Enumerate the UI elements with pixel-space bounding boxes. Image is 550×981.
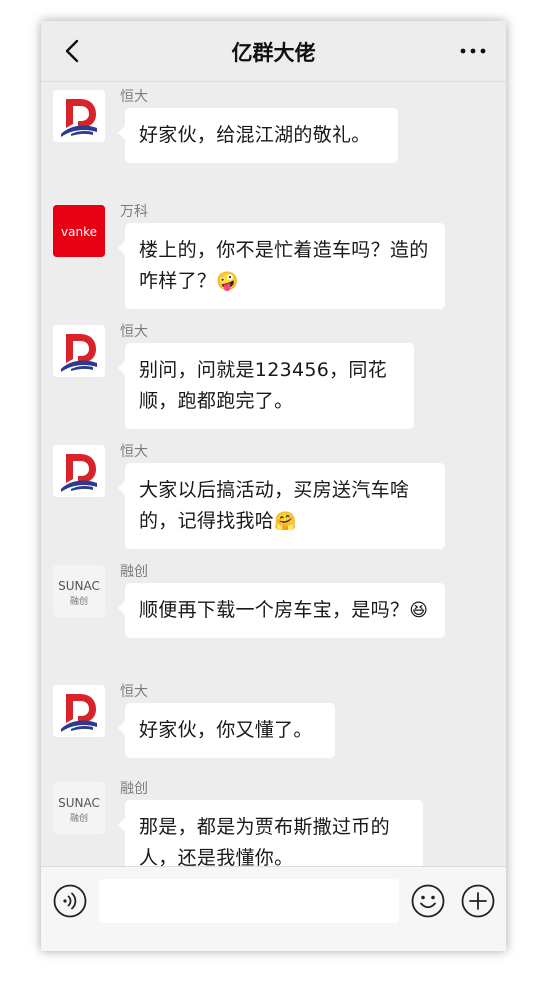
sender-name: 恒大: [120, 324, 148, 340]
sunac-logo-icon: SUNAC 融创: [53, 782, 105, 834]
more-button[interactable]: [458, 41, 488, 61]
message-bubble[interactable]: 好家伙，你又懂了。: [118, 703, 335, 758]
phone-screen: 亿群大佬 恒大 好家伙，给混江湖的敬礼。 vanke 万科 楼上的，你不是忙着造…: [41, 21, 506, 951]
emoji-icon: [411, 884, 445, 918]
sender-name: 恒大: [120, 444, 148, 460]
message-bubble[interactable]: 楼上的，你不是忙着造车吗？造的咋样了？🤪: [118, 223, 445, 309]
avatar-evergrande[interactable]: [53, 325, 105, 377]
message-emoji: 😆: [409, 600, 429, 621]
evergrande-logo-icon: [53, 90, 105, 142]
voice-button[interactable]: [53, 884, 87, 918]
sender-name: 融创: [120, 781, 148, 797]
message-text: 顺便再下载一个房车宝，是吗？: [139, 599, 410, 621]
avatar-sunac[interactable]: SUNAC 融创: [53, 782, 105, 834]
message-text: 好家伙，给混江湖的敬礼。: [139, 124, 371, 146]
avatar-sunac[interactable]: SUNAC 融创: [53, 565, 105, 617]
avatar-evergrande[interactable]: [53, 90, 105, 142]
message-text: 那是，都是为贾布斯撒过币的人，还是我懂你。: [139, 816, 390, 869]
message-list[interactable]: 恒大 好家伙，给混江湖的敬礼。 vanke 万科 楼上的，你不是忙着造车吗？造的…: [41, 82, 506, 886]
evergrande-logo-icon: [53, 685, 105, 737]
message-input[interactable]: [99, 879, 399, 923]
message-bubble[interactable]: 大家以后搞活动，买房送汽车啥的，记得找我哈🤗: [118, 463, 445, 549]
sender-name: 万科: [120, 204, 148, 220]
vanke-logo-icon: vanke: [53, 205, 105, 257]
sunac-logo-en: SUNAC: [58, 796, 100, 810]
message-text: 楼上的，你不是忙着造车吗？造的咋样了？: [139, 239, 429, 292]
vanke-logo-text: vanke: [61, 225, 97, 239]
evergrande-logo-icon: [53, 445, 105, 497]
voice-icon: [53, 884, 87, 918]
sunac-logo-cn: 融创: [70, 595, 88, 607]
message-bubble[interactable]: 别问，问就是123456，同花顺，跑都跑完了。: [118, 343, 414, 429]
plus-button[interactable]: [461, 884, 495, 918]
more-dots-icon: [460, 48, 486, 54]
emoji-button[interactable]: [411, 884, 445, 918]
message-text: 别问，问就是123456，同花顺，跑都跑完了。: [139, 359, 388, 412]
message-emoji: 🤪: [216, 271, 239, 292]
message-bubble[interactable]: 好家伙，给混江湖的敬礼。: [118, 108, 398, 163]
message-bubble[interactable]: 顺便再下载一个房车宝，是吗？😆: [118, 583, 445, 638]
message-emoji: 🤗: [274, 511, 297, 532]
evergrande-logo-icon: [53, 325, 105, 377]
avatar-evergrande[interactable]: [53, 445, 105, 497]
sender-name: 恒大: [120, 684, 148, 700]
avatar-vanke[interactable]: vanke: [53, 205, 105, 257]
chat-title: 亿群大佬: [231, 41, 316, 65]
sender-name: 恒大: [120, 89, 148, 105]
message-text: 好家伙，你又懂了。: [139, 719, 313, 741]
sunac-logo-icon: SUNAC 融创: [53, 565, 105, 617]
plus-icon: [461, 884, 495, 918]
chat-header: 亿群大佬: [41, 21, 506, 82]
sunac-logo-cn: 融创: [70, 812, 88, 824]
avatar-evergrande[interactable]: [53, 685, 105, 737]
sender-name: 融创: [120, 564, 148, 580]
input-bar: [41, 866, 506, 951]
sunac-logo-en: SUNAC: [58, 579, 100, 593]
